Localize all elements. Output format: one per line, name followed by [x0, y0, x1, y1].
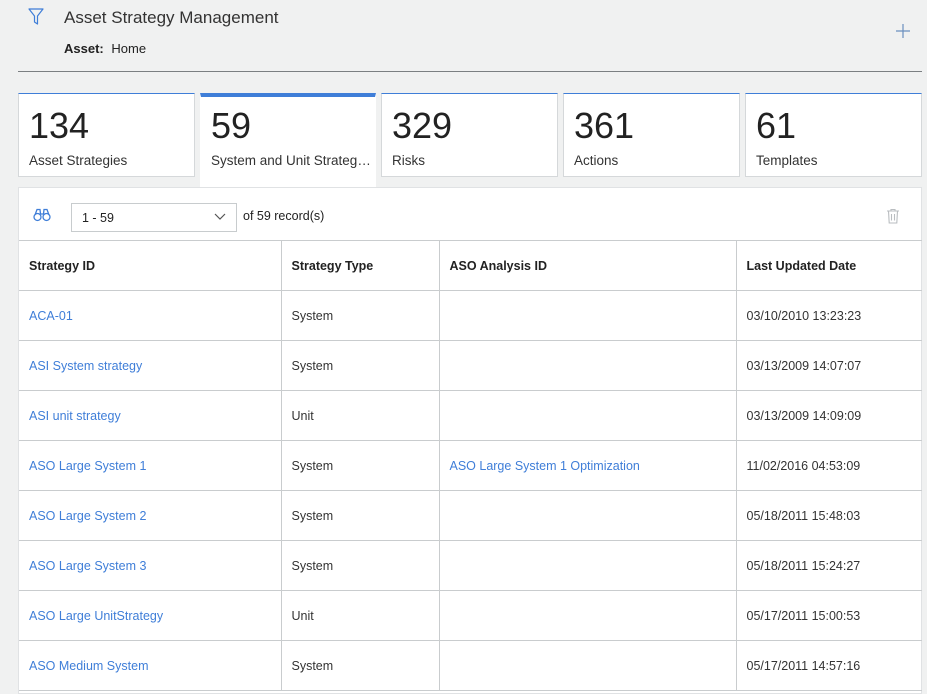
- table-row: ACA-01 System 03/10/2010 13:23:23: [19, 290, 922, 341]
- strategy-link[interactable]: ASO Large UnitStrategy: [29, 609, 163, 623]
- cell-strategy-type: Unit: [280, 390, 440, 441]
- page-header: Asset Strategy Management Asset: Home: [0, 0, 927, 80]
- page-title: Asset Strategy Management: [64, 8, 279, 27]
- cell-last-updated: 05/17/2011 14:57:16: [735, 640, 922, 691]
- table-row: ASO Medium System System 05/17/2011 14:5…: [19, 640, 922, 691]
- cell-aso-analysis: ASO Large System 1 Optimization: [438, 440, 737, 491]
- cell-aso-analysis: [438, 340, 737, 391]
- table-row: ASO Large UnitStrategy Unit 05/17/2011 1…: [19, 590, 922, 641]
- strategy-link[interactable]: ACA-01: [29, 309, 73, 323]
- column-header-aso-analysis-id[interactable]: ASO Analysis ID: [438, 240, 737, 291]
- table-row: ASI unit strategy Unit 03/13/2009 14:09:…: [19, 390, 922, 441]
- cell-strategy-type: System: [280, 490, 440, 541]
- strategy-link[interactable]: ASI unit strategy: [29, 409, 121, 423]
- column-header-strategy-type[interactable]: Strategy Type: [280, 240, 440, 291]
- table-row: ASO Large System 3 System 05/18/2011 15:…: [19, 540, 922, 591]
- cell-last-updated: 03/13/2009 14:09:09: [735, 390, 922, 441]
- tile-templates[interactable]: 61 Templates: [745, 93, 922, 177]
- cell-aso-analysis: [438, 540, 737, 591]
- strategy-link[interactable]: ASI System strategy: [29, 359, 142, 373]
- tile-count: 134: [29, 105, 90, 146]
- cell-strategy-type: System: [280, 290, 440, 341]
- tile-label: Actions: [574, 153, 619, 168]
- cell-aso-analysis: [438, 590, 737, 641]
- cell-strategy-type: Unit: [280, 590, 440, 641]
- cell-strategy-id: ASI unit strategy: [19, 390, 282, 441]
- chevron-down-icon: [214, 213, 226, 220]
- record-range-select[interactable]: 1 - 59: [71, 203, 237, 232]
- table-row: ASI System strategy System 03/13/2009 14…: [19, 340, 922, 391]
- cell-last-updated: 11/02/2016 04:53:09: [735, 440, 922, 491]
- tile-label: System and Unit Strategi...: [211, 153, 371, 168]
- strategies-panel: 1 - 59 of 59 record(s) Strategy ID Strat…: [18, 187, 922, 694]
- strategy-link[interactable]: ASO Large System 3: [29, 559, 146, 573]
- tile-count: 61: [756, 105, 797, 146]
- column-header-last-updated[interactable]: Last Updated Date: [735, 240, 922, 291]
- cell-strategy-id: ASO Large System 3: [19, 540, 282, 591]
- table-header-row: Strategy ID Strategy Type ASO Analysis I…: [19, 240, 922, 291]
- cell-strategy-type: System: [280, 340, 440, 391]
- trash-icon[interactable]: [886, 208, 900, 224]
- tile-label: Templates: [756, 153, 818, 168]
- cell-strategy-id: ASO Large System 2: [19, 490, 282, 541]
- asset-context: Asset: Home: [64, 41, 146, 56]
- cell-last-updated: 05/18/2011 15:24:27: [735, 540, 922, 591]
- summary-tiles: 134 Asset Strategies 59 System and Unit …: [18, 93, 922, 188]
- table-row: ASO Large System 2 System 05/18/2011 15:…: [19, 490, 922, 541]
- cell-strategy-type: System: [280, 640, 440, 691]
- tile-count: 59: [211, 105, 252, 146]
- record-range-value: 1 - 59: [82, 211, 114, 225]
- cell-last-updated: 03/13/2009 14:07:07: [735, 340, 922, 391]
- record-count: of 59 record(s): [243, 209, 325, 223]
- strategy-link[interactable]: ASO Medium System: [29, 659, 148, 673]
- table-row: ASO Large System 1 System ASO Large Syst…: [19, 440, 922, 491]
- cell-strategy-id: ASO Medium System: [19, 640, 282, 691]
- tile-count: 329: [392, 105, 453, 146]
- tile-label: Asset Strategies: [29, 153, 128, 168]
- column-header-strategy-id[interactable]: Strategy ID: [19, 240, 282, 291]
- tile-risks[interactable]: 329 Risks: [381, 93, 558, 177]
- tile-label: Risks: [392, 153, 425, 168]
- cell-strategy-type: System: [280, 440, 440, 491]
- cell-last-updated: 05/17/2011 15:00:53: [735, 590, 922, 641]
- binoculars-icon[interactable]: [33, 208, 51, 222]
- header-divider: [18, 71, 922, 72]
- cell-strategy-type: System: [280, 540, 440, 591]
- cell-last-updated: 05/18/2011 15:48:03: [735, 490, 922, 541]
- tile-count: 361: [574, 105, 635, 146]
- strategy-link[interactable]: ASO Large System 2: [29, 509, 146, 523]
- cell-strategy-id: ACA-01: [19, 290, 282, 341]
- cell-strategy-id: ASO Large System 1: [19, 440, 282, 491]
- tile-actions[interactable]: 361 Actions: [563, 93, 740, 177]
- strategy-link[interactable]: ASO Large System 1: [29, 459, 146, 473]
- cell-strategy-id: ASI System strategy: [19, 340, 282, 391]
- tile-asset-strategies[interactable]: 134 Asset Strategies: [18, 93, 195, 177]
- filter-icon[interactable]: [28, 8, 44, 26]
- cell-aso-analysis: [438, 490, 737, 541]
- strategies-table: Strategy ID Strategy Type ASO Analysis I…: [19, 240, 922, 691]
- cell-strategy-id: ASO Large UnitStrategy: [19, 590, 282, 641]
- asset-label: Asset:: [64, 41, 104, 56]
- asset-value[interactable]: Home: [111, 41, 146, 56]
- aso-analysis-link[interactable]: ASO Large System 1 Optimization: [450, 459, 640, 473]
- cell-last-updated: 03/10/2010 13:23:23: [735, 290, 922, 341]
- cell-aso-analysis: [438, 290, 737, 341]
- plus-icon[interactable]: [895, 23, 911, 39]
- cell-aso-analysis: [438, 640, 737, 691]
- cell-aso-analysis: [438, 390, 737, 441]
- tile-system-unit-strategies[interactable]: 59 System and Unit Strategi...: [200, 93, 376, 188]
